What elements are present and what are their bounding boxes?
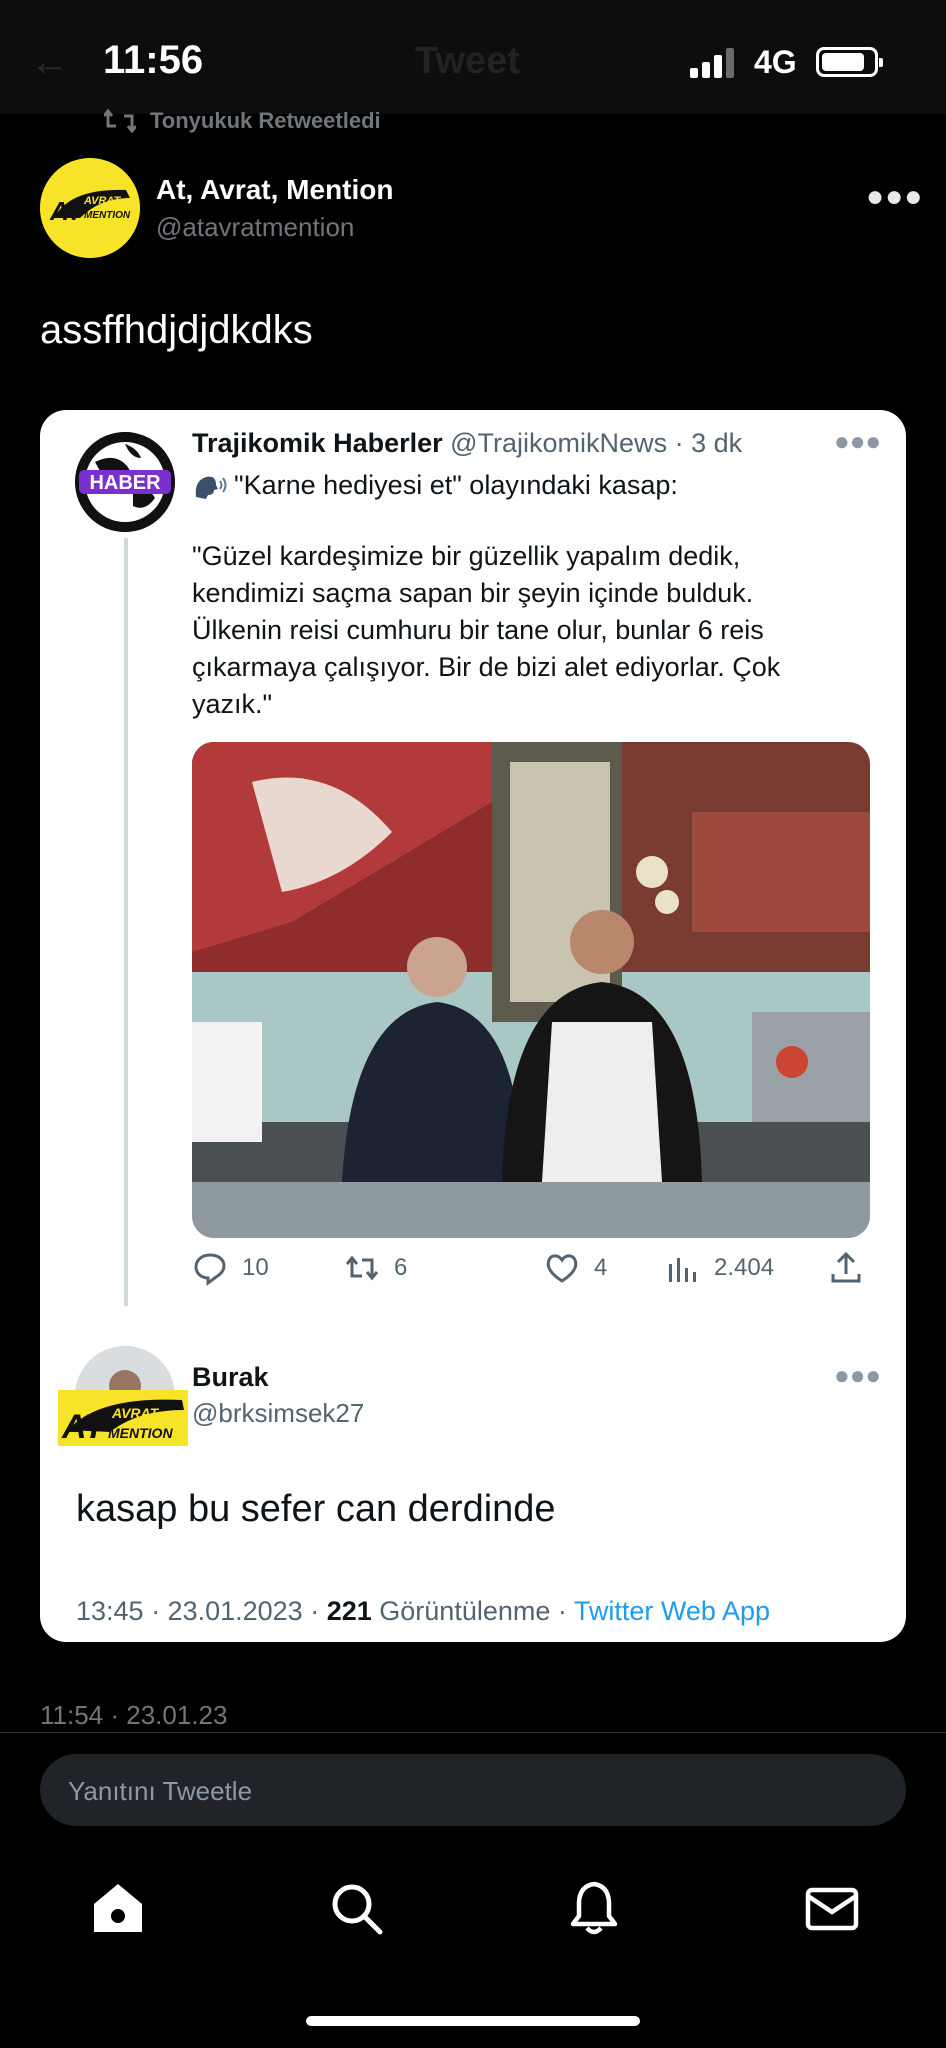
retweet-icon [345, 1255, 379, 1281]
retweet-icon [104, 108, 136, 134]
reply-text: kasap bu sefer can derdinde [76, 1488, 556, 1530]
quoted-age: · 3 dk [674, 428, 743, 458]
badge-logo-bottom: MENTION [108, 1425, 173, 1441]
quoted-avatar-label: HABER [89, 472, 161, 494]
home-indicator[interactable] [306, 2016, 640, 2026]
back-arrow-icon[interactable]: ← [30, 40, 70, 85]
quoted-photo[interactable] [192, 742, 870, 1238]
quoted-more-icon[interactable]: ●●● [834, 426, 881, 457]
heart-icon [546, 1254, 578, 1283]
quoted-header: Trajikomik Haberler @TrajikomikNews · 3 … [192, 428, 742, 459]
header-title: Tweet [415, 40, 520, 82]
signal-icon [690, 48, 736, 78]
status-bar: ← Tweet 11:56 4G [0, 0, 946, 114]
reply-count: 10 [242, 1254, 269, 1281]
retweet-action[interactable]: 6 [344, 1250, 407, 1286]
divider [0, 1732, 946, 1733]
avatar-logo-at: AT [49, 196, 85, 226]
quoted-headline: "Karne hediyesi et" olayındaki kasap: [234, 470, 678, 500]
reply-views-count: 221 [326, 1596, 372, 1626]
retweet-label[interactable]: Tonyukuk Retweetledi [150, 108, 381, 134]
views-count: 2.404 [714, 1254, 775, 1281]
reply-action[interactable]: 10 [192, 1250, 269, 1286]
tweet-text: assffhdjdjdkdks [40, 308, 313, 352]
avatar-logo-top: AVRAT [83, 195, 122, 207]
avatar-logo-bottom: MENTION [84, 210, 131, 221]
search-icon[interactable] [326, 1878, 386, 1938]
speaking-head-icon [195, 476, 227, 499]
reply-views-label: Görüntülenme · [379, 1596, 567, 1626]
reply-icon [194, 1253, 226, 1286]
analytics-icon [669, 1258, 696, 1282]
badge-logo-top: AVRAT [111, 1405, 160, 1421]
quoted-thread-card[interactable]: HABER Trajikomik Haberler @TrajikomikNew… [40, 410, 906, 1642]
mail-icon[interactable] [802, 1878, 862, 1938]
reply-avatar-badge: AT AVRAT MENTION [58, 1390, 188, 1446]
reply-placeholder: Yanıtını Tweetle [68, 1776, 253, 1806]
author-handle[interactable]: @atavratmention [156, 212, 354, 243]
author-name[interactable]: At, Avrat, Mention [156, 174, 393, 206]
bell-icon[interactable] [564, 1878, 624, 1938]
badge-logo-at: AT [61, 1408, 108, 1446]
more-options-icon[interactable]: ●●● [866, 180, 923, 214]
thread-connector [124, 538, 128, 1306]
quoted-actions: 10 6 4 2.404 [192, 1250, 870, 1300]
quoted-headline-row: "Karne hediyesi et" olayındaki kasap: [192, 470, 678, 501]
reply-more-icon[interactable]: ●●● [834, 1360, 881, 1391]
views-action[interactable]: 2.404 [664, 1250, 774, 1286]
tweet-timestamp: 11:54 · 23.01.23 [40, 1700, 228, 1730]
reply-source-link[interactable]: Twitter Web App [574, 1596, 770, 1626]
quoted-avatar[interactable]: HABER [75, 432, 175, 532]
quoted-body: "Güzel kardeşimize bir güzellik yapalım … [192, 541, 781, 719]
reply-meta: 13:45 · 23.01.2023 · 221 Görüntülenme · … [76, 1596, 770, 1627]
bottom-tab-bar [0, 1860, 946, 1960]
retweet-indicator: Tonyukuk Retweetledi [104, 108, 381, 134]
share-action[interactable] [828, 1250, 864, 1286]
reply-time-date: 13:45 · 23.01.2023 · [76, 1596, 320, 1626]
like-count: 4 [594, 1254, 608, 1281]
home-icon[interactable] [88, 1878, 148, 1938]
status-time: 11:56 [103, 38, 204, 82]
network-type: 4G [754, 44, 797, 80]
reply-input[interactable]: Yanıtını Tweetle [40, 1754, 906, 1826]
reply-name[interactable]: Burak [192, 1362, 269, 1393]
quoted-name[interactable]: Trajikomik Haberler [192, 428, 443, 458]
reply-handle[interactable]: @brksimsek27 [192, 1398, 364, 1429]
retweet-count: 6 [394, 1254, 408, 1281]
like-action[interactable]: 4 [544, 1250, 607, 1286]
quoted-handle[interactable]: @TrajikomikNews [450, 428, 667, 458]
share-icon [831, 1251, 861, 1283]
author-avatar[interactable]: AT AVRAT MENTION [40, 158, 140, 258]
battery-icon [816, 47, 883, 77]
